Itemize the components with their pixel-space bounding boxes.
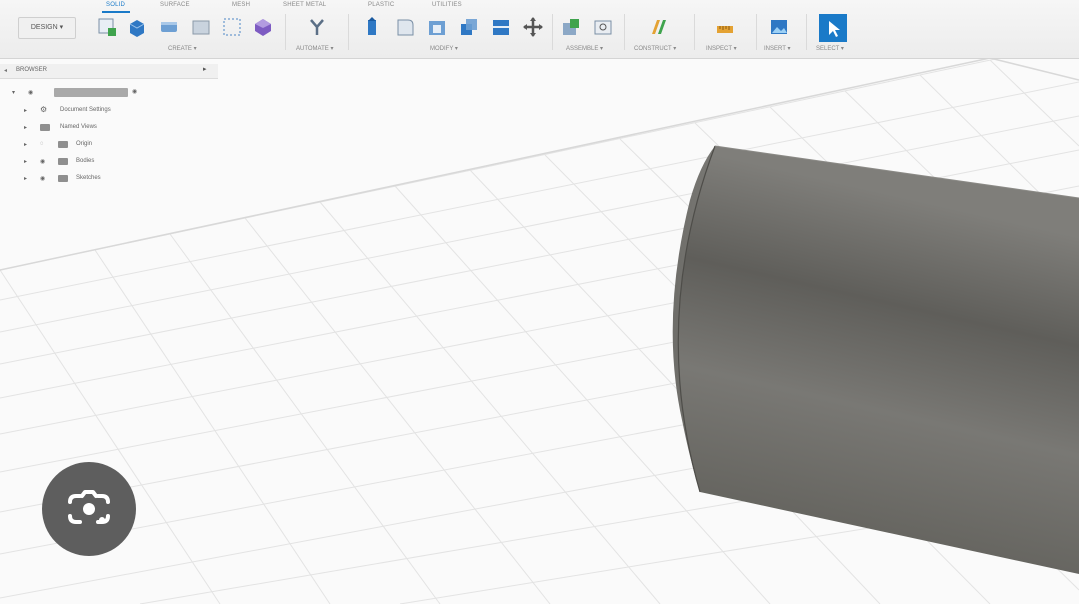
pin-icon[interactable]: ▸ bbox=[203, 66, 211, 74]
visibility-eye-icon[interactable]: ◉ bbox=[40, 158, 45, 165]
form-icon[interactable] bbox=[252, 16, 274, 38]
folder-icon bbox=[58, 158, 68, 165]
group-assemble-label[interactable]: ASSEMBLE ▾ bbox=[566, 45, 603, 52]
toolbar: DESIGN ▾ SOLID SURFACE MESH SHEET METAL … bbox=[0, 0, 1079, 59]
active-tab-indicator bbox=[102, 11, 130, 13]
tree-item-bodies[interactable]: ▸ ◉ Bodies bbox=[24, 155, 214, 169]
toolbar-separator bbox=[806, 14, 807, 50]
select-icon[interactable] bbox=[818, 13, 848, 43]
fillet-icon[interactable] bbox=[394, 16, 416, 38]
expand-arrow-icon[interactable]: ▸ bbox=[24, 107, 27, 114]
group-insert-label[interactable]: INSERT ▾ bbox=[764, 45, 790, 52]
lens-camera-icon bbox=[68, 490, 110, 524]
tab-mesh[interactable]: MESH bbox=[232, 2, 250, 8]
move-copy-icon[interactable] bbox=[522, 16, 544, 38]
browser-title: BROWSER bbox=[16, 67, 48, 73]
expand-arrow-icon[interactable]: ▸ bbox=[24, 158, 27, 165]
collapse-icon[interactable]: ◂ bbox=[4, 67, 7, 74]
toolbar-separator bbox=[694, 14, 695, 50]
expand-arrow-icon[interactable]: ▸ bbox=[24, 175, 27, 182]
toolbar-separator bbox=[348, 14, 349, 50]
group-modify-label[interactable]: MODIFY ▾ bbox=[430, 45, 458, 52]
group-create-label[interactable]: CREATE ▾ bbox=[168, 45, 197, 52]
automate-icon[interactable] bbox=[306, 16, 328, 38]
split-body-icon[interactable] bbox=[490, 16, 512, 38]
lens-search-button[interactable] bbox=[42, 462, 136, 556]
tree-item-sketches[interactable]: ▸ ◉ Sketches bbox=[24, 172, 214, 186]
tree-item-label: Sketches bbox=[76, 175, 101, 181]
fusion-app-window: DESIGN ▾ SOLID SURFACE MESH SHEET METAL … bbox=[0, 0, 1079, 604]
extrude-icon[interactable] bbox=[126, 16, 148, 38]
group-select-label[interactable]: SELECT ▾ bbox=[816, 45, 844, 52]
expand-arrow-icon[interactable]: ▸ bbox=[24, 124, 27, 131]
tree-item-label: Named Views bbox=[60, 124, 97, 130]
group-automate-label[interactable]: AUTOMATE ▾ bbox=[296, 45, 333, 52]
tree-root-row[interactable]: ▾ ◉ ◉ bbox=[12, 86, 212, 100]
toolbar-separator bbox=[285, 14, 286, 50]
tab-surface[interactable]: SURFACE bbox=[160, 2, 190, 8]
box-icon[interactable] bbox=[190, 16, 212, 38]
folder-icon bbox=[40, 124, 50, 131]
tree-item-label: Bodies bbox=[76, 158, 95, 164]
toolbar-separator bbox=[756, 14, 757, 50]
press-pull-icon[interactable] bbox=[362, 16, 384, 38]
offset-plane-icon[interactable] bbox=[648, 16, 670, 38]
revolve-icon[interactable] bbox=[158, 16, 180, 38]
shell-icon[interactable] bbox=[426, 16, 448, 38]
gear-icon: ⚙ bbox=[40, 105, 48, 114]
group-construct-label[interactable]: CONSTRUCT ▾ bbox=[634, 45, 676, 52]
visibility-eye-icon[interactable]: ◉ bbox=[28, 89, 33, 96]
joint-icon[interactable] bbox=[592, 16, 614, 38]
workspace-switcher[interactable]: DESIGN ▾ bbox=[18, 17, 76, 39]
new-component-icon[interactable] bbox=[560, 16, 582, 38]
tree-item-named-views[interactable]: ▸ Named Views bbox=[24, 121, 214, 135]
tab-plastic[interactable]: PLASTIC bbox=[368, 2, 394, 8]
tree-item-label: Document Settings bbox=[60, 107, 111, 113]
expand-arrow-icon[interactable]: ▾ bbox=[12, 89, 15, 96]
toolbar-separator bbox=[624, 14, 625, 50]
workspace-label: DESIGN bbox=[30, 24, 58, 31]
visibility-eye-icon[interactable]: ◌ bbox=[40, 141, 44, 147]
new-sketch-icon[interactable] bbox=[96, 16, 118, 38]
insert-image-icon[interactable] bbox=[768, 16, 790, 38]
measure-icon[interactable] bbox=[714, 16, 736, 38]
toolbar-separator bbox=[552, 14, 553, 50]
tab-utilities[interactable]: UTILITIES bbox=[432, 2, 462, 8]
combine-icon[interactable] bbox=[458, 16, 480, 38]
tree-item-origin[interactable]: ▸ ◌ Origin bbox=[24, 138, 214, 152]
pattern-icon[interactable] bbox=[221, 16, 243, 38]
tab-sheet-metal[interactable]: SHEET METAL bbox=[283, 2, 326, 8]
expand-arrow-icon[interactable]: ▸ bbox=[24, 141, 27, 148]
root-status-icon: ◉ bbox=[132, 89, 138, 95]
tab-solid[interactable]: SOLID bbox=[106, 2, 125, 8]
group-inspect-label[interactable]: INSPECT ▾ bbox=[706, 45, 737, 52]
folder-icon bbox=[58, 141, 68, 148]
root-component-name bbox=[54, 88, 128, 97]
folder-icon bbox=[58, 175, 68, 182]
browser-panel: ◂ BROWSER ▸ ▾ ◉ ◉ ▸ ⚙ Document Settings … bbox=[0, 64, 220, 194]
visibility-eye-icon[interactable]: ◉ bbox=[40, 175, 45, 182]
tree-item-document-settings[interactable]: ▸ ⚙ Document Settings bbox=[24, 104, 214, 118]
tree-item-label: Origin bbox=[76, 141, 93, 147]
browser-header[interactable]: ◂ BROWSER ▸ bbox=[0, 64, 218, 79]
